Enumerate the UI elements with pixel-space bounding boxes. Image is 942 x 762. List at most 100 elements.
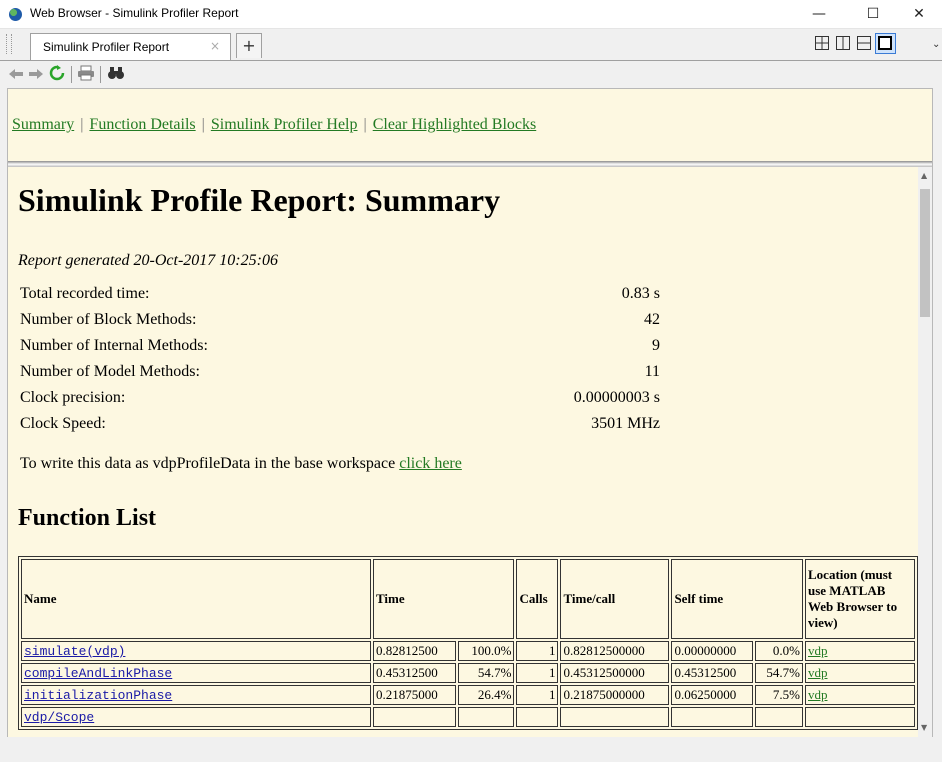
cell-calls: 1 [516, 685, 559, 705]
location-link[interactable]: vdp [808, 665, 828, 680]
tab-simulink-profiler-report[interactable]: Simulink Profiler Report × [30, 33, 231, 60]
cell-name: vdp/Scope [21, 707, 371, 727]
stat-label: Number of Internal Methods: [20, 337, 208, 354]
stat-value: 0.00000003 s [573, 389, 660, 406]
find-binoculars-icon[interactable] [107, 65, 125, 80]
maximize-button[interactable]: ☐ [850, 0, 896, 28]
cell-self-time: 0.45312500 [671, 663, 754, 683]
nav-link-function-details[interactable]: Function Details [89, 116, 195, 133]
scrollbar-thumb[interactable] [920, 189, 930, 317]
back-arrow-icon[interactable] [8, 67, 24, 81]
scroll-down-arrow-icon[interactable]: ▼ [921, 723, 927, 732]
toolbar-separator [100, 66, 101, 83]
stat-label: Clock Speed: [20, 415, 106, 432]
cell-time: 0.45312500 [373, 663, 456, 683]
refresh-icon[interactable] [49, 65, 65, 81]
cell-time-per-call [560, 707, 670, 727]
status-bar [0, 737, 942, 762]
browser-toolbar [0, 61, 942, 87]
cell-time-per-call: 0.45312500000 [560, 663, 670, 683]
export-data-line: To write this data as vdpProfileData in … [20, 455, 462, 473]
cell-location: vdp [805, 641, 915, 661]
report-nav-bar: Summary | Function Details | Simulink Profil… [8, 89, 932, 161]
stat-row: Number of Model Methods: 11 [20, 363, 660, 385]
location-link[interactable]: vdp [808, 687, 828, 702]
col-header-time-per-call: Time/call [560, 559, 670, 639]
cell-self-time [671, 707, 754, 727]
cell-time-pct: 26.4% [457, 685, 515, 705]
click-here-link[interactable]: click here [399, 455, 462, 472]
stat-row: Number of Internal Methods: 9 [20, 337, 660, 359]
tab-grip-handle[interactable] [6, 34, 12, 54]
function-link[interactable]: initializationPhase [24, 688, 172, 703]
stat-label: Number of Model Methods: [20, 363, 200, 380]
table-row: simulate(vdp) 0.82812500 100.0% 1 0.8281… [21, 641, 915, 661]
vertical-scrollbar[interactable]: ▲ ▼ [918, 167, 932, 737]
stat-label: Number of Block Methods: [20, 311, 197, 328]
stat-value: 3501 MHz [591, 415, 660, 432]
export-data-text: To write this data as vdpProfileData in … [20, 455, 396, 472]
cell-self-pct: 0.0% [755, 641, 803, 661]
single-layout-icon[interactable] [878, 36, 892, 50]
stat-row: Clock precision: 0.00000003 s [20, 389, 660, 411]
table-header-row: Name Time Calls Time/call Self time Loca… [21, 559, 915, 639]
cell-self-pct: 54.7% [755, 663, 803, 683]
stat-value: 11 [644, 363, 660, 380]
cell-time-pct [457, 707, 515, 727]
page-title: Simulink Profile Report: Summary [18, 182, 501, 218]
stat-value: 0.83 s [621, 285, 660, 302]
browser-globe-icon [9, 8, 22, 21]
stat-label: Clock precision: [20, 389, 126, 406]
table-row: vdp/Scope [21, 707, 915, 727]
new-tab-button[interactable]: + [236, 33, 262, 58]
cell-location: vdp [805, 663, 915, 683]
cell-time: 0.82812500 [373, 641, 456, 661]
nav-links: Summary | Function Details | Simulink Profil… [12, 116, 536, 134]
location-link[interactable]: vdp [808, 643, 828, 658]
close-window-button[interactable]: ✕ [896, 0, 942, 28]
tile-horizontal-icon[interactable] [857, 36, 871, 50]
nav-link-clear-highlighted[interactable]: Clear Highlighted Blocks [373, 116, 537, 133]
function-list-heading: Function List [18, 505, 157, 531]
table-row: initializationPhase 0.21875000 26.4% 1 0… [21, 685, 915, 705]
stat-row: Clock Speed: 3501 MHz [20, 415, 660, 437]
tab-close-icon[interactable]: × [210, 39, 220, 53]
cell-self-time: 0.00000000 [671, 641, 754, 661]
col-header-calls: Calls [516, 559, 559, 639]
cell-calls [516, 707, 559, 727]
cell-time-per-call: 0.82812500000 [560, 641, 670, 661]
cell-self-pct [755, 707, 803, 727]
cell-self-time: 0.06250000 [671, 685, 754, 705]
function-link[interactable]: compileAndLinkPhase [24, 666, 172, 681]
forward-arrow-icon[interactable] [28, 67, 44, 81]
title-bar: Web Browser - Simulink Profiler Report —… [0, 0, 942, 29]
browser-content: Summary | Function Details | Simulink Profil… [7, 88, 933, 738]
window-title: Web Browser - Simulink Profiler Report [30, 6, 239, 20]
toolbar-separator [71, 66, 72, 83]
tile-grid-icon[interactable] [815, 36, 829, 50]
nav-separator: | [363, 116, 367, 133]
tab-label: Simulink Profiler Report [43, 40, 170, 54]
col-header-location: Location (must use MATLAB Web Browser to… [805, 559, 915, 639]
function-link[interactable]: vdp/Scope [24, 710, 94, 725]
minimize-button[interactable]: — [796, 0, 842, 28]
nav-link-summary[interactable]: Summary [12, 116, 74, 133]
tile-vertical-icon[interactable] [836, 36, 850, 50]
cell-calls: 1 [516, 641, 559, 661]
report-pane: Simulink Profile Report: Summary Report … [8, 167, 918, 737]
print-icon[interactable] [77, 65, 95, 81]
cell-name: initializationPhase [21, 685, 371, 705]
nav-link-profiler-help[interactable]: Simulink Profiler Help [211, 116, 358, 133]
scroll-up-arrow-icon[interactable]: ▲ [921, 171, 927, 180]
stat-label: Total recorded time: [20, 285, 150, 302]
chevron-down-icon[interactable]: ⌄ [932, 39, 940, 50]
col-header-time: Time [373, 559, 515, 639]
stat-row: Number of Block Methods: 42 [20, 311, 660, 333]
cell-location [805, 707, 915, 727]
cell-calls: 1 [516, 663, 559, 683]
stat-value: 9 [652, 337, 660, 354]
stat-value: 42 [644, 311, 660, 328]
stat-row: Total recorded time: 0.83 s [20, 285, 660, 307]
function-link[interactable]: simulate(vdp) [24, 644, 125, 659]
nav-separator: | [201, 116, 205, 133]
